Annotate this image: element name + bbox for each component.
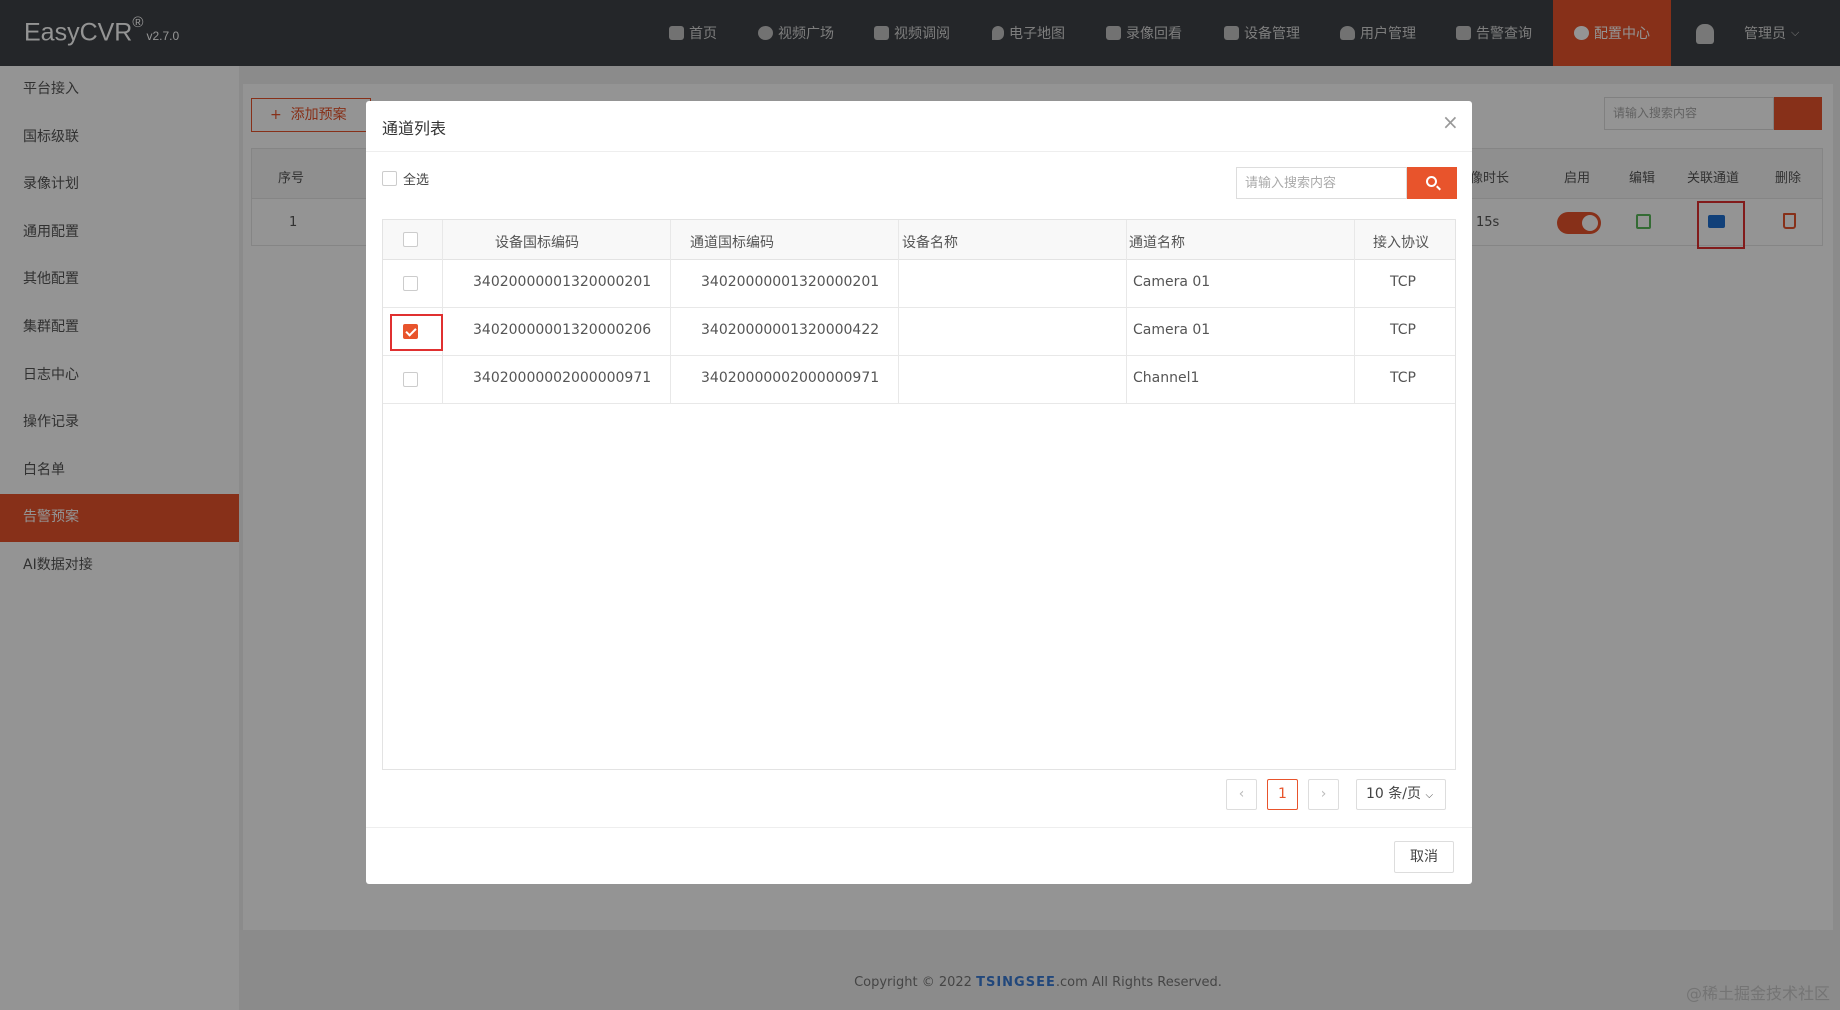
col-channel-code: 通道国标编码 bbox=[690, 235, 774, 251]
channel-name-cell: Camera 01 bbox=[1133, 322, 1211, 338]
device-code-cell: 34020000002000000971 bbox=[473, 370, 652, 386]
channel-list-dialog: 通道列表 × 全选 请输入搜索内容 设备国标编码 通道国标编码 设备名称 通道名… bbox=[366, 101, 1472, 884]
table-row[interactable]: 34020000001320000201 3402000000132000020… bbox=[383, 260, 1455, 308]
channel-name-cell: Channel1 bbox=[1133, 370, 1200, 386]
col-protocol: 接入协议 bbox=[1373, 235, 1429, 251]
row-checkbox[interactable] bbox=[403, 276, 418, 291]
protocol-cell: TCP bbox=[1390, 274, 1416, 290]
prev-page-button[interactable]: ‹ bbox=[1226, 779, 1257, 810]
header-checkbox[interactable] bbox=[403, 232, 418, 247]
divider bbox=[366, 827, 1472, 828]
channel-search-button[interactable] bbox=[1407, 167, 1457, 199]
chevron-down-icon: ⌵ bbox=[1425, 790, 1434, 801]
next-page-button[interactable]: › bbox=[1308, 779, 1339, 810]
page-1-button[interactable]: 1 bbox=[1267, 779, 1298, 810]
channel-code-cell: 34020000002000000971 bbox=[701, 370, 880, 386]
col-device-code: 设备国标编码 bbox=[495, 235, 579, 251]
table-row[interactable]: 34020000001320000206 3402000000132000042… bbox=[383, 308, 1455, 356]
col-device-name: 设备名称 bbox=[902, 235, 958, 251]
channel-table: 设备国标编码 通道国标编码 设备名称 通道名称 接入协议 34020000001… bbox=[382, 219, 1456, 770]
select-all-checkbox[interactable]: 全选 bbox=[382, 169, 429, 188]
checkbox-highlight bbox=[390, 314, 443, 351]
channel-name-cell: Camera 01 bbox=[1133, 274, 1211, 290]
channel-search-input[interactable]: 请输入搜索内容 bbox=[1236, 167, 1407, 199]
select-all-label: 全选 bbox=[403, 173, 430, 188]
dialog-title: 通道列表 bbox=[382, 119, 447, 138]
protocol-cell: TCP bbox=[1390, 322, 1416, 338]
search-icon bbox=[1426, 176, 1437, 187]
page-size-select[interactable]: 10 条/页 ⌵ bbox=[1356, 779, 1446, 810]
protocol-cell: TCP bbox=[1390, 370, 1416, 386]
col-channel-name: 通道名称 bbox=[1129, 235, 1185, 251]
cancel-button[interactable]: 取消 bbox=[1394, 841, 1454, 873]
device-code-cell: 34020000001320000206 bbox=[473, 322, 652, 338]
channel-code-cell: 34020000001320000201 bbox=[701, 274, 880, 290]
channel-code-cell: 34020000001320000422 bbox=[701, 322, 880, 338]
close-icon[interactable]: × bbox=[1442, 112, 1459, 132]
page-size-label: 10 条/页 bbox=[1366, 786, 1421, 802]
device-code-cell: 34020000001320000201 bbox=[473, 274, 652, 290]
row-checkbox[interactable] bbox=[403, 372, 418, 387]
channel-table-header: 设备国标编码 通道国标编码 设备名称 通道名称 接入协议 bbox=[383, 220, 1455, 260]
table-row[interactable]: 34020000002000000971 3402000000200000097… bbox=[383, 356, 1455, 404]
checkbox[interactable] bbox=[382, 171, 397, 186]
divider bbox=[366, 151, 1472, 152]
